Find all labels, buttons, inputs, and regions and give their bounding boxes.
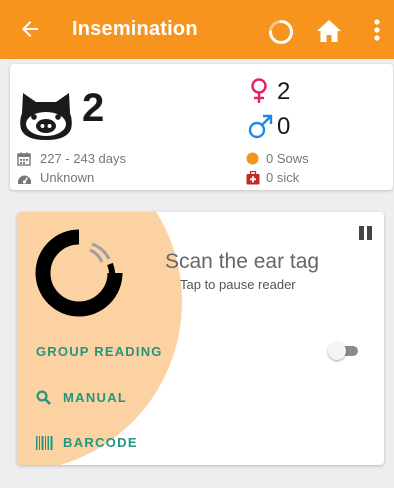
group-reading-label: GROUP READING — [36, 344, 163, 359]
age-range-text: 227 - 243 days — [40, 151, 127, 166]
pig-count: 2 — [82, 86, 105, 130]
male-icon — [248, 114, 273, 139]
manual-label: MANUAL — [63, 390, 128, 405]
group-summary-card: 2 2 0 227 - 243 days Unknown 0 Sows 0 si… — [10, 64, 393, 190]
home-icon[interactable] — [316, 19, 342, 43]
toggle-knob — [328, 342, 346, 360]
medical-kit-icon — [246, 171, 260, 185]
pig-icon — [20, 93, 72, 140]
sows-count-text: 0 Sows — [266, 151, 309, 166]
scan-subtitle[interactable]: Tap to pause reader — [180, 277, 296, 292]
sow-dot-icon — [246, 152, 259, 165]
group-reading-toggle[interactable] — [328, 342, 358, 360]
scan-ring-icon — [35, 229, 123, 317]
scan-title: Scan the ear tag — [165, 250, 320, 273]
barcode-label: BARCODE — [63, 435, 138, 450]
pause-icon[interactable] — [359, 226, 372, 240]
sick-count-text: 0 sick — [266, 170, 300, 185]
barcode-icon — [36, 436, 53, 450]
female-icon — [251, 78, 267, 103]
male-count: 0 — [277, 113, 291, 140]
search-icon — [36, 390, 51, 405]
app-bar: Insemination — [0, 0, 394, 59]
gauge-icon — [18, 175, 31, 184]
more-vert-icon[interactable] — [367, 18, 387, 42]
page-title: Insemination — [72, 18, 198, 40]
ear-tag-reader-card[interactable]: Scan the ear tag Tap to pause reader GRO… — [17, 212, 384, 465]
arrow-back-icon[interactable] — [18, 17, 42, 41]
female-count: 2 — [277, 78, 291, 105]
health-status-text: Unknown — [40, 170, 95, 185]
calendar-icon — [17, 152, 31, 166]
loading-spinner-icon — [269, 20, 293, 44]
